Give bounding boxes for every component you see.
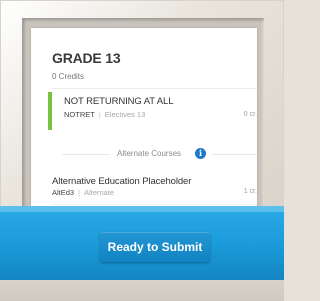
alternate-courses-header: Alternate Courses i [52,146,257,162]
course-status-bar [48,92,52,130]
course-name: NOT RETURNING AT ALL [64,96,174,107]
course-category: Electives 13 [104,110,146,119]
alternate-course-category: Alternate [84,188,115,197]
alternate-course-credits: 1 cr. [243,188,257,195]
alternate-course-row[interactable]: Alternative Education Placeholder AltEd3… [52,176,257,197]
ready-to-submit-button[interactable]: Ready to Submit [100,232,210,262]
grade-title: GRADE 13 [52,50,121,66]
frame-bottom-edge [0,280,284,301]
meta-divider: | [78,188,81,197]
header-line-right [212,154,257,155]
course-credits: 0 cr. [243,111,257,118]
meta-divider: | [98,110,101,119]
alternate-course-meta: AltEd3 | Alternate [52,188,257,197]
course-meta: NOTRET | Electives 13 [64,110,145,119]
submit-bar-gloss [0,206,284,212]
alternate-course-code: AltEd3 [52,188,75,197]
divider [52,204,257,205]
header-line-left [62,154,110,155]
info-icon[interactable]: i [195,148,206,159]
grade-credits: 0 Credits [52,72,85,81]
divider [52,88,257,89]
alternate-courses-label: Alternate Courses [117,149,182,158]
grade-header: GRADE 13 0 Credits [31,28,252,81]
course-row[interactable]: NOT RETURNING AT ALL NOTRET | Electives 13… [48,92,257,132]
alternate-course-name: Alternative Education Placeholder [52,176,192,187]
course-code: NOTRET [64,110,95,119]
